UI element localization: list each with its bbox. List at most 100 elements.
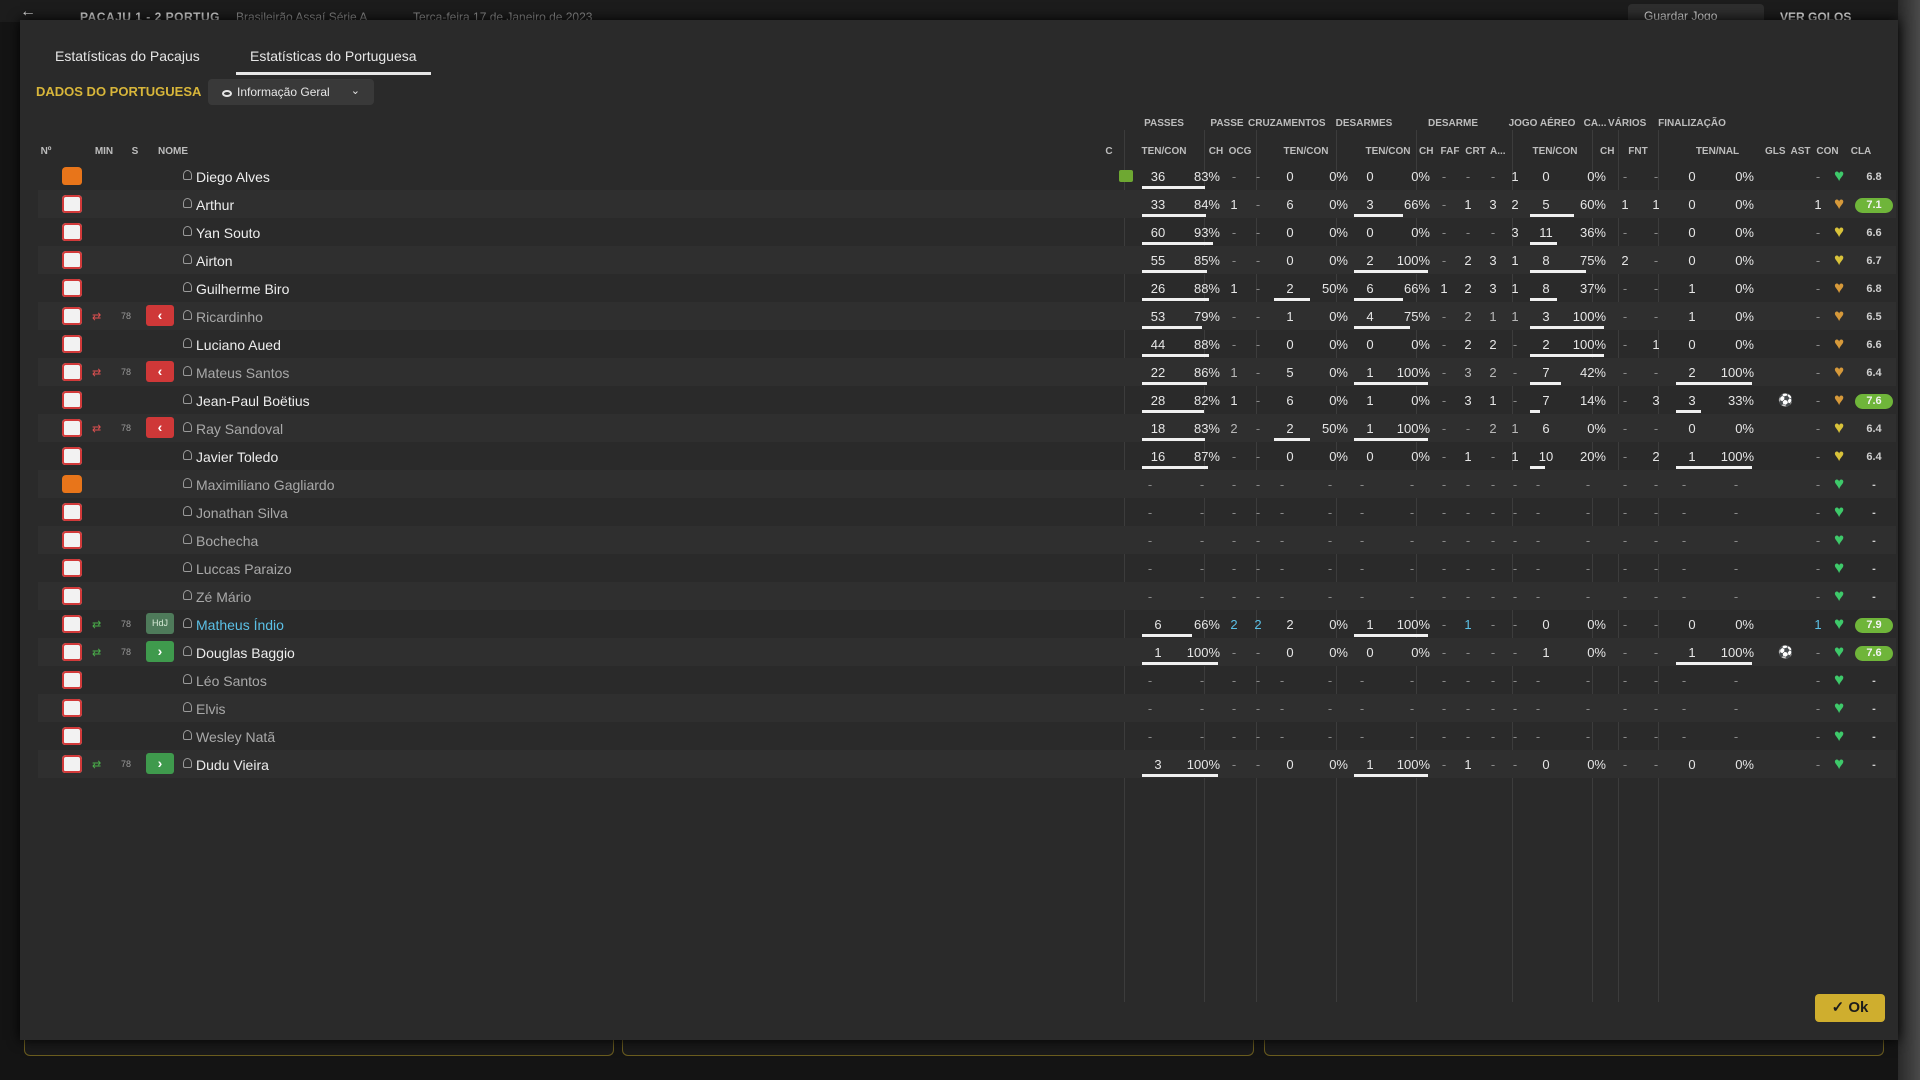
person-icon xyxy=(183,674,192,684)
player-name[interactable]: Elvis xyxy=(196,701,226,717)
column-header[interactable]: TEN/CON xyxy=(1514,146,1596,157)
stat-attempts: 36 xyxy=(1150,169,1166,184)
player-name[interactable]: Arthur xyxy=(196,197,234,213)
column-header[interactable]: TEN/NAL xyxy=(1675,146,1760,157)
column-header[interactable]: OCG xyxy=(1228,146,1252,157)
group-header: CA... xyxy=(1583,118,1607,129)
tab-portuguesa-stats[interactable]: Estatísticas do Portuguesa xyxy=(236,48,431,75)
stat-dash: - xyxy=(1327,477,1333,492)
stat-percentage: 79% xyxy=(1193,309,1220,324)
column-header[interactable]: TEN/CON xyxy=(1276,146,1336,157)
table-row[interactable]: Luccas Paraizo - - - - - - - - - - - - - - - - - - - ♥ - xyxy=(38,554,1896,582)
player-name[interactable]: Wesley Natã xyxy=(196,729,275,745)
shirt-icon xyxy=(62,559,82,577)
player-name[interactable]: Mateus Santos xyxy=(196,365,289,381)
player-name[interactable]: Luciano Aued xyxy=(196,337,281,353)
player-name[interactable]: Douglas Baggio xyxy=(196,645,295,661)
player-name[interactable]: Zé Mário xyxy=(196,589,251,605)
table-row[interactable]: Elvis - - - - - - - - - - - - - - - - - - - ♥ - xyxy=(38,694,1896,722)
shirt-icon xyxy=(62,391,82,409)
table-row[interactable]: Wesley Natã - - - - - - - - - - - - - - - - - - - ♥ - xyxy=(38,722,1896,750)
stat-dash: - xyxy=(1147,533,1153,548)
stat-dash: - xyxy=(1147,589,1153,604)
column-header[interactable]: Nº xyxy=(32,146,60,157)
tab-pacajus-stats[interactable]: Estatísticas do Pacajus xyxy=(55,48,200,72)
column-header[interactable]: TEN/CON xyxy=(1120,146,1208,157)
column-header[interactable]: FNT xyxy=(1624,146,1652,157)
player-name[interactable]: Ricardinho xyxy=(196,309,263,325)
player-name[interactable]: Luccas Paraizo xyxy=(196,561,292,577)
player-name[interactable]: Airton xyxy=(196,253,233,269)
player-name[interactable]: Jonathan Silva xyxy=(196,505,288,521)
table-row[interactable]: Jonathan Silva - - - - - - - - - - - - - - - - - - - ♥ - xyxy=(38,498,1896,526)
stat-bar xyxy=(1142,242,1213,245)
tackle-value: - xyxy=(1490,645,1496,660)
column-header[interactable]: S xyxy=(130,146,140,157)
player-name[interactable]: Bochecha xyxy=(196,533,258,549)
table-row[interactable]: Zé Mário - - - - - - - - - - - - - - - - - - - ♥ - xyxy=(38,582,1896,610)
tackle-value: - xyxy=(1465,673,1471,688)
table-row[interactable]: ⇄ 78 ‹ Ricardinho 53 79% - -1 0% 4 75% -2 1 1 3 100% - -1… xyxy=(38,302,1896,330)
table-row[interactable]: Léo Santos - - - - - - - - - - - - - - - - - - - ♥ - xyxy=(38,666,1896,694)
table-row[interactable]: ⇄ 78 ‹ Mateus Santos 22 86% 1-5 0% 1 100% -3 2-7 42%… xyxy=(38,358,1896,386)
ok-button[interactable]: ✓ Ok xyxy=(1815,994,1885,1022)
sub-status-badge: › xyxy=(146,753,174,774)
stat-attempts: 2 xyxy=(1688,365,1696,380)
table-row[interactable]: ⇄ 78 › Dudu Vieira 3 100% - -0 0% 1 100% -1- -0 0% - -0… xyxy=(38,750,1896,778)
stat-dash: - xyxy=(1279,533,1285,548)
column-header[interactable]: CH xyxy=(1419,146,1433,157)
column-header[interactable]: NOME xyxy=(158,146,220,157)
table-row[interactable]: Yan Souto 60 93% - -0 0% 0 0% - - -3 11 36% - -0 0% - ♥ 6.… xyxy=(38,218,1896,246)
column-header[interactable]: CRT xyxy=(1465,146,1486,157)
stat-dash: - xyxy=(1359,701,1365,716)
stat-dash: - xyxy=(1733,673,1739,688)
tackle-value: 1 xyxy=(1440,281,1448,296)
table-row[interactable]: Arthur 33 84% 1-6 0% 3 66% -1 3 2 5 60% 1 1 0 0% 1 ♥ 7.1 xyxy=(38,190,1896,218)
assists-value: - xyxy=(1815,701,1821,716)
stat-attempts: 0 xyxy=(1366,225,1374,240)
view-select-dropdown[interactable]: Informação Geral ⌄ xyxy=(208,79,374,105)
player-name[interactable]: Dudu Vieira xyxy=(196,757,269,773)
tackle-value: - xyxy=(1490,505,1496,520)
back-arrow-icon[interactable]: ← xyxy=(20,3,36,21)
table-row[interactable]: Airton 55 85% - -0 0% 2 100% -2 3 1 8 75% 2-0 0% - ♥ 6.7 xyxy=(38,246,1896,274)
column-header[interactable]: CLA xyxy=(1842,146,1880,157)
column-header[interactable]: GLS xyxy=(1765,146,1786,157)
table-row[interactable]: ⇄ 78 HdJ Matheus Índio 6 66% 2 2 2 0% 1 100% -1- -0 0%… xyxy=(38,610,1896,638)
player-name[interactable]: Maximiliano Gagliardo xyxy=(196,477,335,493)
column-header[interactable]: CH xyxy=(1600,146,1614,157)
table-row[interactable]: Jean-Paul Boëtius 28 82% 1-6 0% 1 0% -3 1-7 14% -3… xyxy=(38,386,1896,414)
table-row[interactable]: Guilherme Biro 26 88% 1-2 50% 6 66% 1 2 3 1 8 37% - -1… xyxy=(38,274,1896,302)
stat-percentage: 84% xyxy=(1193,197,1220,212)
table-row[interactable]: Javier Toledo 16 87% - -0 0% 0 0% -1-1 10 20% -2 1 10… xyxy=(38,442,1896,470)
column-header[interactable]: CON xyxy=(1813,146,1842,157)
ball-icon: ⚽ xyxy=(1778,393,1793,407)
column-header[interactable]: AST xyxy=(1789,146,1812,157)
player-name[interactable]: Matheus Índio xyxy=(196,617,284,633)
stat-attempts: 11 xyxy=(1539,225,1553,240)
column-header[interactable]: MIN xyxy=(82,146,126,157)
player-name[interactable]: Léo Santos xyxy=(196,673,267,689)
table-row[interactable]: Luciano Aued 44 88% - -0 0% 0 0% -2 2-2 100% -1 0 0% -… xyxy=(38,330,1896,358)
player-name[interactable]: Diego Alves xyxy=(196,169,270,185)
team-data-label: DADOS DO PORTUGUESA xyxy=(36,84,202,99)
stat-dash: - xyxy=(1409,561,1415,576)
table-row[interactable]: ⇄ 78 ‹ Ray Sandoval 18 83% 2-2 50% 1 100% - -2 1 6 0% -… xyxy=(38,414,1896,442)
table-row[interactable]: Maximiliano Gagliardo - - - - - - - - - - - - - - - - - - -… xyxy=(38,470,1896,498)
column-header[interactable]: A... xyxy=(1490,146,1506,157)
table-row[interactable]: Diego Alves 36 83% - -0 0% 0 0% - - -1 0 0% - -0 0% - ♥ 6.… xyxy=(38,162,1896,190)
player-name[interactable]: Jean-Paul Boëtius xyxy=(196,393,310,409)
player-name[interactable]: Guilherme Biro xyxy=(196,281,289,297)
table-row[interactable]: Bochecha - - - - - - - - - - - - - - - - - - - ♥ - xyxy=(38,526,1896,554)
column-header[interactable]: FAF xyxy=(1440,146,1460,157)
player-rating: - xyxy=(1872,507,1876,519)
player-name[interactable]: Yan Souto xyxy=(196,225,260,241)
pass-ocg-value: - xyxy=(1255,281,1261,296)
player-name[interactable]: Ray Sandoval xyxy=(196,421,283,437)
stat-dash: - xyxy=(1535,533,1541,548)
player-name[interactable]: Javier Toledo xyxy=(196,449,278,465)
column-header[interactable]: TEN/CON xyxy=(1356,146,1420,157)
column-header[interactable]: CH xyxy=(1206,146,1226,157)
table-row[interactable]: ⇄ 78 › Douglas Baggio 1 100% - -0 0% 0 0% - - - -1 0% - -… xyxy=(38,638,1896,666)
column-header[interactable]: C xyxy=(1102,146,1116,157)
